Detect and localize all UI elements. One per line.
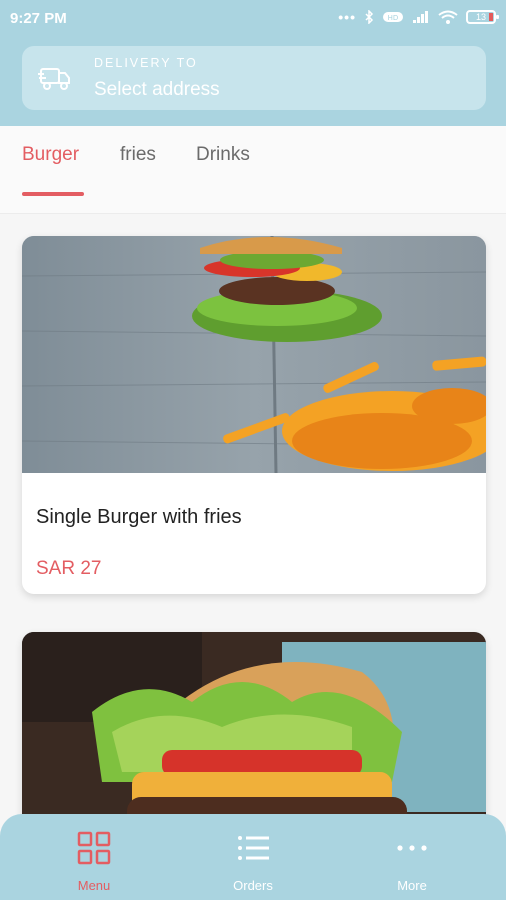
product-card[interactable]: Single Burger with fries SAR 27 (22, 236, 486, 594)
app-header: 9:27 PM ••• HD 13 DELIVERY TO Select add… (0, 0, 506, 126)
tab-fries[interactable]: fries (120, 144, 156, 166)
active-tab-indicator (22, 192, 84, 196)
product-name: Single Burger with fries (36, 506, 242, 528)
notification-dots-icon: ••• (338, 9, 356, 25)
bottom-navigation: Menu Orders More (0, 814, 506, 900)
delivery-address-selector[interactable]: DELIVERY TO Select address (22, 46, 486, 110)
more-dots-icon (397, 845, 427, 851)
status-icons: ••• HD 13 (338, 9, 499, 25)
vpn-icon: HD (383, 12, 403, 22)
wifi-icon (438, 10, 458, 24)
list-icon (238, 836, 269, 860)
bluetooth-icon (365, 10, 374, 24)
svg-text:HD: HD (388, 14, 399, 22)
nav-orders-label: Orders (233, 878, 273, 893)
nav-menu-label: Menu (77, 878, 111, 893)
signal-icon (413, 11, 428, 23)
status-bar: 9:27 PM ••• HD 13 (0, 0, 506, 36)
nav-menu[interactable]: Menu (34, 814, 154, 900)
status-time: 9:27 PM (10, 10, 67, 27)
burger-with-fries-photo (22, 236, 486, 473)
nav-more-label: More (397, 878, 427, 893)
category-tabs: Burger fries Drinks (0, 126, 506, 214)
grid-icon (77, 831, 111, 865)
truck-icon (38, 68, 70, 90)
tab-burger[interactable]: Burger (22, 144, 79, 166)
tab-drinks[interactable]: Drinks (196, 144, 250, 166)
battery-level: 13 (475, 12, 486, 22)
product-price: SAR 27 (36, 558, 102, 579)
delivery-address-value: Select address (94, 79, 220, 100)
nav-more[interactable]: More (352, 814, 472, 900)
delivery-label: DELIVERY TO (94, 56, 198, 70)
nav-orders[interactable]: Orders (193, 814, 313, 900)
battery-icon: 13 (466, 10, 499, 24)
